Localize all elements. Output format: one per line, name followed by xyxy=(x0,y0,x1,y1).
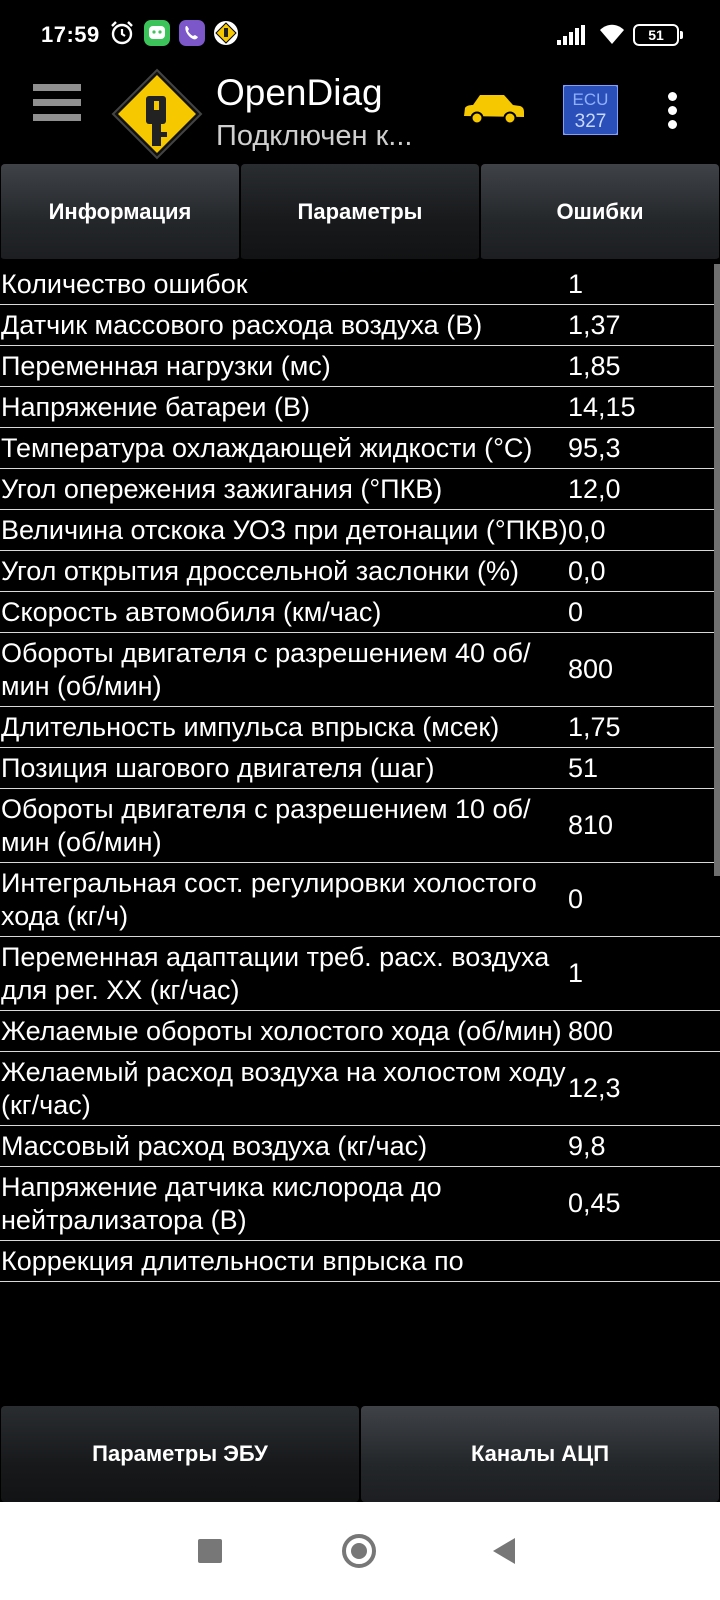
param-row[interactable]: Напряжение датчика кислорода до нейтрали… xyxy=(0,1167,720,1241)
param-name: Интегральная сост. регулировки холостого… xyxy=(1,868,537,931)
param-name: Напряжение батареи (В) xyxy=(1,392,311,422)
param-value: 95,3 xyxy=(568,432,621,463)
param-name: Желаемые обороты холостого хода (об/мин) xyxy=(1,1016,562,1046)
param-name: Обороты двигателя с разрешением 40 об/ми… xyxy=(1,638,531,701)
car-icon[interactable] xyxy=(460,92,526,126)
param-value: 1 xyxy=(568,958,584,988)
status-time: 17:59 xyxy=(41,22,100,47)
param-name: Коррекция длительности впрыска по xyxy=(1,1246,464,1276)
param-row[interactable]: Напряжение батареи (В) 14,15 xyxy=(0,387,720,428)
param-name: Скорость автомобиля (км/час) xyxy=(1,597,382,627)
param-name: Количество ошибок xyxy=(1,269,248,299)
param-row[interactable]: Переменная нагрузки (мс) 1,85 xyxy=(0,346,720,387)
param-value: 12,0 xyxy=(568,473,621,504)
param-row[interactable]: Массовый расход воздуха (кг/час) 9,8 xyxy=(0,1126,720,1167)
system-nav-bar xyxy=(0,1502,720,1600)
viber-icon xyxy=(179,20,205,46)
back-button[interactable] xyxy=(493,1538,515,1564)
param-row[interactable]: Угол открытия дроссельной заслонки (%) 0,… xyxy=(0,551,720,592)
recents-button[interactable] xyxy=(198,1539,222,1563)
param-value: 12,3 xyxy=(568,1073,621,1103)
param-value: 0 xyxy=(568,596,584,627)
param-row[interactable]: Позиция шагового двигателя (шаг) 51 xyxy=(0,748,720,789)
ecu-icon-bottom-text: 327 xyxy=(575,111,607,132)
tab-adc-channels[interactable]: Каналы АЦП xyxy=(361,1406,719,1502)
param-name: Желаемый расход воздуха на холостом ходу… xyxy=(1,1057,566,1120)
param-value: 1 xyxy=(568,268,584,299)
tab-ecu-params[interactable]: Параметры ЭБУ xyxy=(1,1406,359,1502)
connection-status: Подключен к... xyxy=(216,120,413,152)
param-row[interactable]: Обороты двигателя с разрешением 40 об/ми… xyxy=(0,633,720,707)
param-name: Напряжение датчика кислорода до нейтрали… xyxy=(1,1172,442,1235)
param-name: Переменная адаптации треб. расх. воздуха… xyxy=(1,942,550,1005)
tab-info[interactable]: Информация xyxy=(1,164,239,261)
param-value: 51 xyxy=(568,752,599,783)
more-vert-icon[interactable] xyxy=(666,92,678,130)
battery-icon: 51 xyxy=(633,24,679,46)
tab-params[interactable]: Параметры xyxy=(241,164,479,261)
param-row[interactable]: Длительность импульса впрыска (мсек) 1,75 xyxy=(0,707,720,748)
param-value: 0,0 xyxy=(568,514,606,545)
param-row[interactable]: Коррекция длительности впрыска по xyxy=(0,1241,720,1282)
messenger-icon xyxy=(144,20,170,46)
scrollbar[interactable] xyxy=(714,264,720,876)
app-bar: OpenDiag Подключен к... ECU 327 xyxy=(0,68,720,164)
param-value: 9,8 xyxy=(568,1130,606,1161)
param-value: 1,85 xyxy=(568,350,621,381)
param-value: 1,75 xyxy=(568,711,621,742)
battery-tip xyxy=(680,31,683,39)
param-name: Длительность импульса впрыска (мсек) xyxy=(1,712,500,742)
param-row[interactable]: Температура охлаждающей жидкости (°С) 95,… xyxy=(0,428,720,469)
param-value: 1,37 xyxy=(568,309,621,340)
status-bar: 17:59 51 xyxy=(0,0,720,68)
param-row[interactable]: Скорость автомобиля (км/час) 0 xyxy=(0,592,720,633)
param-row[interactable]: Угол опережения зажигания (°ПКВ) 12,0 xyxy=(0,469,720,510)
param-value: 810 xyxy=(568,810,614,840)
param-row[interactable]: Интегральная сост. регулировки холостого… xyxy=(0,863,720,937)
parameter-list[interactable]: Количество ошибок 1 Датчик массового расхо… xyxy=(0,264,720,1406)
alarm-icon xyxy=(111,21,133,45)
app-screen: 17:59 51 OpenDiag Подключен к... ECU 327… xyxy=(0,0,720,1600)
home-button[interactable] xyxy=(342,1534,376,1568)
param-name: Переменная нагрузки (мс) xyxy=(1,351,331,381)
ecu-icon-top-text: ECU xyxy=(573,90,609,109)
param-name: Массовый расход воздуха (кг/час) xyxy=(1,1131,428,1161)
param-name: Позиция шагового двигателя (шаг) xyxy=(1,753,435,783)
param-row[interactable]: Датчик массового расхода воздуха (В) 1,37 xyxy=(0,305,720,346)
param-value: 800 xyxy=(568,1015,614,1046)
param-name: Температура охлаждающей жидкости (°С) xyxy=(1,433,533,463)
param-row[interactable]: Переменная адаптации треб. расх. воздуха… xyxy=(0,937,720,1011)
menu-icon[interactable] xyxy=(33,84,81,134)
param-value: 14,15 xyxy=(568,391,636,422)
signal-icon xyxy=(557,25,585,45)
param-value: 0,0 xyxy=(568,555,606,586)
param-value: 800 xyxy=(568,654,614,684)
param-name: Датчик массового расхода воздуха (В) xyxy=(1,310,483,340)
main-tabs: Информация Параметры Ошибки xyxy=(0,164,720,264)
param-value: 0 xyxy=(568,884,584,914)
param-row[interactable]: Величина отскока УОЗ при детонации (°ПКВ… xyxy=(0,510,720,551)
param-value: 0,45 xyxy=(568,1188,621,1218)
tab-errors[interactable]: Ошибки xyxy=(481,164,719,261)
param-name: Угол опережения зажигания (°ПКВ) xyxy=(1,474,443,504)
param-row[interactable]: Количество ошибок 1 xyxy=(0,264,720,305)
battery-level: 51 xyxy=(648,27,664,43)
param-name: Угол открытия дроссельной заслонки (%) xyxy=(1,556,519,586)
param-row[interactable]: Желаемый расход воздуха на холостом ходу… xyxy=(0,1052,720,1126)
wifi-icon xyxy=(600,24,624,44)
param-row[interactable]: Желаемые обороты холостого хода (об/мин)… xyxy=(0,1011,720,1052)
opendiag-logo-icon xyxy=(111,68,203,160)
param-row[interactable]: Обороты двигателя с разрешением 10 об/ми… xyxy=(0,789,720,863)
param-name: Обороты двигателя с разрешением 10 об/ми… xyxy=(1,794,531,857)
bottom-tabs: Параметры ЭБУ Каналы АЦП xyxy=(0,1406,720,1502)
param-value xyxy=(568,1241,720,1281)
app-title: OpenDiag xyxy=(216,72,383,113)
opendiag-notification-icon xyxy=(214,21,238,45)
ecu-icon[interactable]: ECU 327 xyxy=(563,85,618,135)
param-name: Величина отскока УОЗ при детонации (°ПКВ… xyxy=(1,515,568,545)
